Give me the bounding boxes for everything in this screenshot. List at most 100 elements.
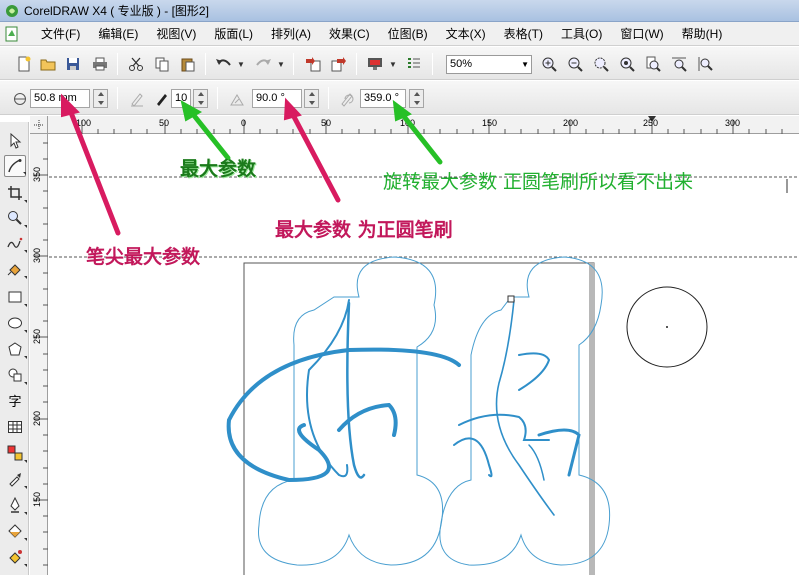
angle-value: 90.0 ° xyxy=(256,92,285,104)
drawing-canvas[interactable] xyxy=(49,135,799,575)
flyout-indicator xyxy=(24,250,27,253)
menu-file[interactable]: 文件(F) xyxy=(32,22,89,46)
new-document-icon[interactable] xyxy=(14,54,34,74)
zoom-to-page-width-icon[interactable] xyxy=(669,54,689,74)
paste-icon[interactable] xyxy=(178,54,198,74)
ellipse-tool-icon[interactable] xyxy=(4,312,27,334)
zoom-to-page-icon[interactable] xyxy=(643,54,663,74)
menu-text[interactable]: 文本(X) xyxy=(437,22,495,46)
redo-dropdown-arrow[interactable]: ▼ xyxy=(276,54,286,74)
smart-fill-tool-icon[interactable] xyxy=(4,258,27,280)
copy-icon[interactable] xyxy=(152,54,172,74)
nib-size-field[interactable]: 50.8 mm xyxy=(30,89,90,108)
fill-tool-icon[interactable] xyxy=(4,520,27,542)
document-icon[interactable] xyxy=(4,26,20,42)
menu-table[interactable]: 表格(T) xyxy=(495,22,552,46)
angle-spinner[interactable] xyxy=(304,89,319,108)
print-icon[interactable] xyxy=(90,54,110,74)
menu-layout[interactable]: 版面(L) xyxy=(205,22,262,46)
zoom-level-select[interactable]: 50% ▼ xyxy=(446,55,532,74)
welcome-screen-icon[interactable] xyxy=(404,54,424,74)
flyout-indicator xyxy=(24,460,27,463)
pen-icon xyxy=(152,89,172,109)
horizontal-ruler[interactable]: 100 50 0 50 100 150 200 250 300 xyxy=(30,116,799,134)
pick-tool-icon[interactable] xyxy=(4,130,26,152)
ruler-v-label: 300 xyxy=(32,248,42,263)
selection-node xyxy=(507,295,515,303)
toolbar-separator xyxy=(117,53,118,75)
table-tool-icon[interactable] xyxy=(4,416,26,438)
launcher-dropdown-arrow[interactable]: ▼ xyxy=(388,54,398,74)
flyout-indicator xyxy=(24,304,27,307)
ruler-v-label: 350 xyxy=(32,167,42,182)
text-tool-icon[interactable]: 字 xyxy=(4,389,26,411)
basic-shapes-tool-icon[interactable] xyxy=(4,364,27,386)
toolbar-separator xyxy=(117,87,118,109)
ruler-h-label: 0 xyxy=(241,118,247,128)
export-icon[interactable] xyxy=(329,54,349,74)
annotation-nib-max: 笔尖最大参数 xyxy=(86,246,201,268)
rectangle-tool-icon[interactable] xyxy=(4,286,27,308)
interactive-blend-tool-icon[interactable] xyxy=(4,442,27,464)
menu-edit[interactable]: 编辑(E) xyxy=(89,22,147,46)
bearing-icon[interactable] xyxy=(227,89,247,109)
zoom-dropdown-arrow: ▼ xyxy=(521,60,529,69)
vertical-ruler[interactable]: 350 300 250 200 150 xyxy=(30,134,48,575)
crop-tool-icon[interactable] xyxy=(4,182,27,204)
zoom-to-selected-icon[interactable] xyxy=(591,54,611,74)
zoom-tool-icon[interactable] xyxy=(4,207,27,229)
zoom-in-icon[interactable] xyxy=(539,54,559,74)
rotation-value: 359.0 ° xyxy=(364,92,399,104)
zoom-to-page-height-icon[interactable] xyxy=(695,54,715,74)
bubble-outline-shape xyxy=(257,256,611,566)
application-launcher-icon[interactable] xyxy=(365,54,385,74)
zoom-out-icon[interactable] xyxy=(565,54,585,74)
eyedropper-tool-icon[interactable] xyxy=(4,468,27,490)
redo-icon[interactable] xyxy=(253,54,273,74)
ruler-h-label: 200 xyxy=(563,118,579,128)
artistic-media-tool-icon[interactable] xyxy=(4,155,26,177)
undo-icon[interactable] xyxy=(214,54,234,74)
menu-tools[interactable]: 工具(O) xyxy=(552,22,611,46)
zoom-to-all-objects-icon[interactable] xyxy=(617,54,637,74)
menu-window[interactable]: 窗口(W) xyxy=(611,22,672,46)
toolbar-separator xyxy=(328,87,329,109)
flyout-indicator xyxy=(24,200,27,203)
rotation-field[interactable]: 359.0 ° xyxy=(360,89,406,108)
freehand-tool-icon[interactable] xyxy=(4,232,27,254)
annotation-max-param: 最大参数 xyxy=(180,158,257,180)
nib-size-value: 50.8 mm xyxy=(34,92,77,104)
toolbar-separator xyxy=(217,87,218,109)
toolbar-separator xyxy=(432,53,433,75)
polygon-tool-icon[interactable] xyxy=(4,338,27,360)
angle-field[interactable]: 90.0 ° xyxy=(252,89,302,108)
rotation-icon[interactable] xyxy=(337,89,357,109)
open-folder-icon[interactable] xyxy=(38,54,58,74)
ruler-origin-corner[interactable] xyxy=(30,116,48,134)
menu-help[interactable]: 帮助(H) xyxy=(673,22,732,46)
menu-bitmaps[interactable]: 位图(B) xyxy=(379,22,437,46)
menu-view[interactable]: 视图(V) xyxy=(147,22,205,46)
menu-bar: 文件(F) 编辑(E) 视图(V) 版面(L) 排列(A) 效果(C) 位图(B… xyxy=(0,22,799,46)
flyout-indicator xyxy=(24,564,27,567)
rotation-spinner[interactable] xyxy=(409,89,424,108)
cut-icon[interactable] xyxy=(126,54,146,74)
pen-size-field[interactable]: 10 xyxy=(171,89,191,108)
pressure-pen-icon[interactable] xyxy=(127,89,147,109)
import-icon[interactable] xyxy=(303,54,323,74)
ruler-h-label: 150 xyxy=(482,118,498,128)
pen-size-spinner[interactable] xyxy=(193,89,208,108)
menu-arrange[interactable]: 排列(A) xyxy=(262,22,320,46)
save-icon[interactable] xyxy=(63,54,83,74)
nib-size-spinner[interactable] xyxy=(93,89,108,108)
undo-dropdown-arrow[interactable]: ▼ xyxy=(236,54,246,74)
toolbar-separator xyxy=(356,53,357,75)
menu-effects[interactable]: 效果(C) xyxy=(320,22,379,46)
flyout-indicator xyxy=(24,512,27,515)
toolbar-separator xyxy=(205,53,206,75)
interactive-fill-tool-icon[interactable] xyxy=(4,546,27,568)
outline-pen-tool-icon[interactable] xyxy=(4,494,27,516)
flyout-indicator xyxy=(24,356,27,359)
pen-size-value: 10 xyxy=(175,92,188,104)
ruler-h-label: 100 xyxy=(76,118,92,128)
